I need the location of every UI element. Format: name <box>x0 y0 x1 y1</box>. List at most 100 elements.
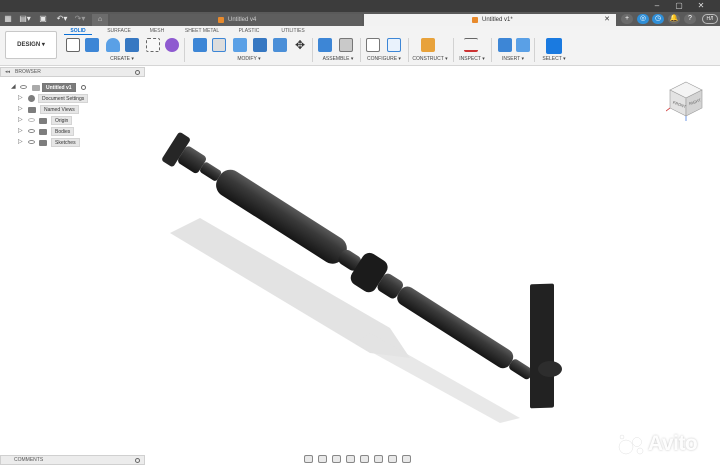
view-cube[interactable]: FRONT RIGHT <box>666 78 706 122</box>
pattern-icon[interactable] <box>146 38 160 52</box>
job-status-icon[interactable]: ◷ <box>652 14 664 24</box>
caret-right-icon[interactable]: ▷ <box>18 105 23 114</box>
group-insert[interactable]: INSERT ▾ <box>496 56 530 63</box>
look-at-icon[interactable] <box>318 455 327 463</box>
collapse-arrow-icon[interactable]: ◂◂ <box>5 68 10 77</box>
tree-item-sketches[interactable]: ▷ Sketches <box>0 138 145 147</box>
minimize-button[interactable]: – <box>650 0 664 12</box>
apps-grid-icon[interactable]: ▦ <box>3 14 13 24</box>
ribbon-separator <box>534 38 535 62</box>
ribbon-separator <box>453 38 454 62</box>
combine-icon[interactable] <box>273 38 287 52</box>
fusion-window: – ▢ ✕ ▦ ▤▾ ▣ ↶▾ ↷▾ ⌂ Untitled v4 Untitle… <box>0 0 720 469</box>
create-sketch-icon[interactable] <box>66 38 80 52</box>
group-select[interactable]: SELECT ▾ <box>538 56 570 63</box>
undo-icon[interactable]: ↶▾ <box>55 14 69 24</box>
shell-icon[interactable] <box>253 38 267 52</box>
watermark: Avito <box>618 432 714 456</box>
configure-table-icon[interactable] <box>366 38 380 52</box>
fillet-icon[interactable] <box>212 38 226 52</box>
component-icon <box>32 85 40 91</box>
save-icon[interactable]: ▣ <box>38 14 48 24</box>
close-tab-icon[interactable]: ✕ <box>604 14 610 26</box>
tab-solid[interactable]: SOLID <box>64 27 92 35</box>
tab-mesh[interactable]: MESH <box>144 27 170 35</box>
redo-icon[interactable]: ↷▾ <box>73 14 87 24</box>
joint-icon[interactable] <box>339 38 353 52</box>
activate-radio-icon[interactable] <box>81 85 86 90</box>
ribbon-separator <box>360 38 361 62</box>
tree-item-named-views[interactable]: ▷ Named Views <box>0 105 145 114</box>
select-arrow-icon[interactable] <box>546 38 562 54</box>
viewports-icon[interactable] <box>402 455 411 463</box>
browser-panel-header[interactable]: ◂◂ BROWSER <box>0 67 145 77</box>
tab-untitled-v1[interactable]: Untitled v1* ✕ <box>364 14 616 26</box>
tree-item-origin[interactable]: ▷ Origin <box>0 116 145 125</box>
grid-settings-icon[interactable] <box>388 455 397 463</box>
document-cube-icon <box>472 17 478 23</box>
tab-untitled-v4[interactable]: Untitled v4 <box>110 14 362 26</box>
right-handle-boss[interactable] <box>538 361 562 377</box>
tab-label: Untitled v1* <box>482 17 513 23</box>
tree-item-document-settings[interactable]: ▷ Document Settings <box>0 94 145 103</box>
ribbon-toolbar: DESIGN ▾ SOLID SURFACE MESH SHEET METAL … <box>0 26 720 66</box>
ribbon-separator <box>491 38 492 62</box>
configure-rule-icon[interactable] <box>387 38 401 52</box>
extensions-icon[interactable]: ◎ <box>637 14 649 24</box>
insert-image-icon[interactable] <box>516 38 530 52</box>
model-viewport[interactable] <box>140 128 580 428</box>
tree-item-bodies[interactable]: ▷ Bodies <box>0 127 145 136</box>
caret-down-icon[interactable]: ◢ <box>11 83 16 92</box>
display-settings-icon[interactable] <box>374 455 383 463</box>
caret-right-icon[interactable]: ▷ <box>18 94 23 103</box>
comments-title: COMMENTS <box>14 457 44 463</box>
visibility-eye-icon[interactable] <box>28 118 35 122</box>
visibility-eye-icon[interactable] <box>28 129 35 133</box>
tab-plastic[interactable]: PLASTIC <box>232 27 266 35</box>
caret-right-icon[interactable]: ▷ <box>18 127 23 136</box>
comments-panel[interactable]: COMMENTS <box>0 455 145 465</box>
group-assemble[interactable]: ASSEMBLE ▾ <box>316 56 360 63</box>
extrude-icon[interactable] <box>85 38 99 52</box>
home-tab-icon[interactable]: ⌂ <box>92 14 108 26</box>
zoom-window-icon[interactable] <box>360 455 369 463</box>
help-icon[interactable]: ? <box>684 14 696 24</box>
insert-derive-icon[interactable] <box>498 38 512 52</box>
offset-plane-icon[interactable] <box>421 38 435 52</box>
hole-icon[interactable] <box>125 38 139 52</box>
tab-utilities[interactable]: UTILITIES <box>276 27 310 35</box>
move-icon[interactable]: ✥ <box>293 38 307 52</box>
notifications-icon[interactable]: 🔔 <box>668 14 680 24</box>
orbit-icon[interactable] <box>304 455 313 463</box>
user-avatar[interactable]: HЛ <box>702 14 718 24</box>
create-form-icon[interactable] <box>165 38 179 52</box>
maximize-button[interactable]: ▢ <box>672 0 686 12</box>
pan-icon[interactable] <box>332 455 341 463</box>
revolve-icon[interactable] <box>106 38 120 52</box>
caret-right-icon[interactable]: ▷ <box>18 138 23 147</box>
workspace-switcher-button[interactable]: DESIGN ▾ <box>5 31 57 59</box>
group-construct[interactable]: CONSTRUCT ▾ <box>410 56 450 63</box>
file-menu-icon[interactable]: ▤▾ <box>18 14 32 24</box>
group-configure[interactable]: CONFIGURE ▾ <box>362 56 406 63</box>
close-button[interactable]: ✕ <box>694 0 708 12</box>
tab-surface[interactable]: SURFACE <box>104 27 134 35</box>
group-modify[interactable]: MODIFY ▾ <box>228 56 270 63</box>
group-create[interactable]: CREATE ▾ <box>102 56 142 63</box>
visibility-eye-icon[interactable] <box>20 85 27 89</box>
tab-bar: ▦ ▤▾ ▣ ↶▾ ↷▾ ⌂ Untitled v4 Untitled v1* … <box>0 12 720 26</box>
new-tab-icon[interactable]: + <box>621 14 633 24</box>
measure-icon[interactable] <box>464 38 478 52</box>
right-t-handle[interactable] <box>530 283 554 409</box>
visibility-eye-icon[interactable] <box>28 140 35 144</box>
browser-root-row[interactable]: ◢ Untitled v1 <box>0 83 145 92</box>
zoom-icon[interactable] <box>346 455 355 463</box>
new-component-icon[interactable] <box>318 38 332 52</box>
panel-pin-icon[interactable] <box>135 70 140 75</box>
chamfer-icon[interactable] <box>233 38 247 52</box>
group-inspect[interactable]: INSPECT ▾ <box>456 56 488 63</box>
press-pull-icon[interactable] <box>193 38 207 52</box>
add-comment-icon[interactable] <box>135 458 140 463</box>
caret-right-icon[interactable]: ▷ <box>18 116 23 125</box>
tab-sheet-metal[interactable]: SHEET METAL <box>180 27 224 35</box>
